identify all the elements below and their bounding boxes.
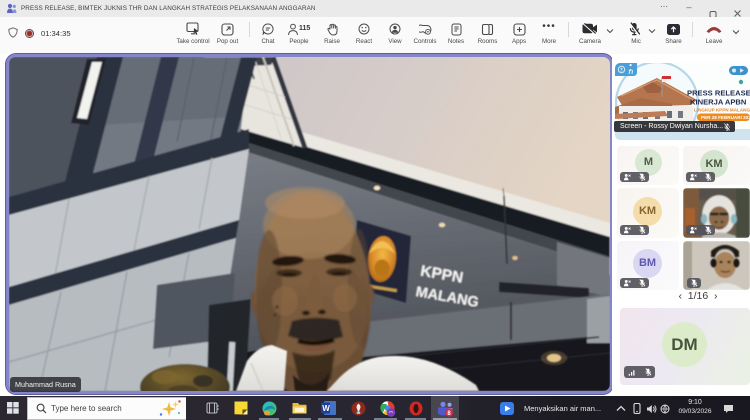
svg-text:PER 28 FEBRUARI 2026: PER 28 FEBRUARI 2026 (701, 115, 750, 120)
svg-text:PRESS RELEASE: PRESS RELEASE (687, 89, 750, 98)
svg-text:KINERJA APBN: KINERJA APBN (690, 98, 746, 107)
svg-text:W: W (322, 404, 330, 413)
svg-text:LINGKUP KPPN MALANG: LINGKUP KPPN MALANG (694, 108, 750, 113)
